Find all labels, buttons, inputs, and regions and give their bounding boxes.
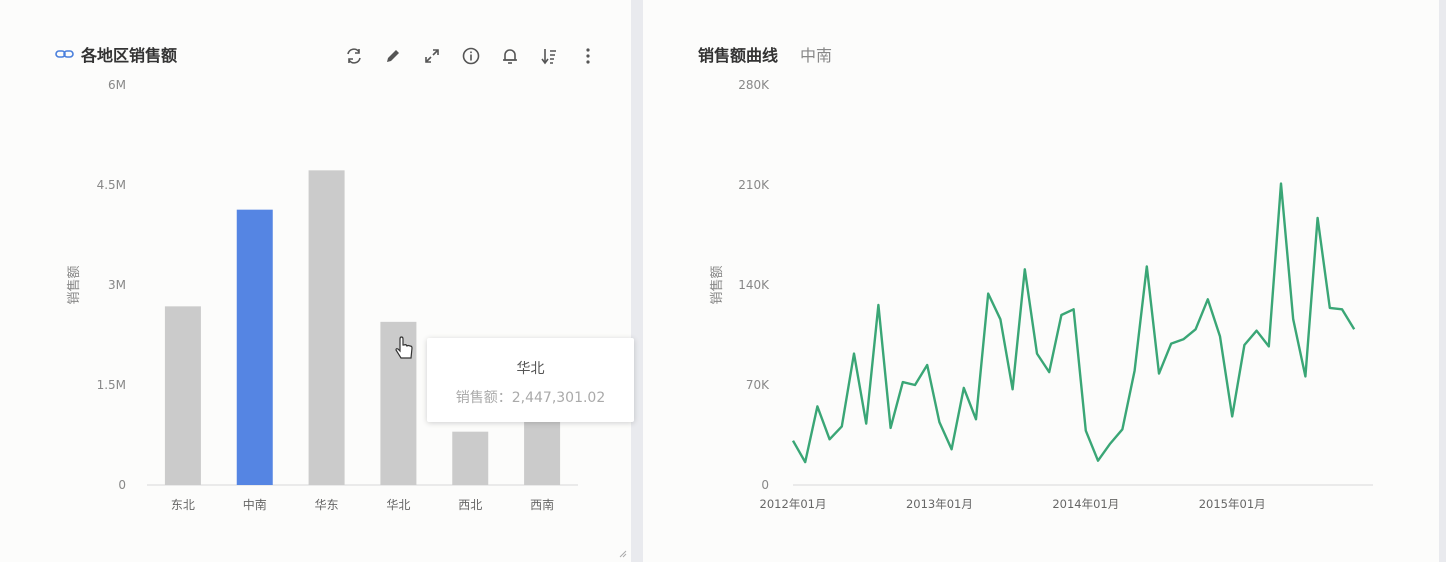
line-y-axis: 0 70K 140K 210K 280K (738, 78, 770, 492)
bar-x-tick-label: 西北 (458, 498, 482, 512)
line-y-tick-label: 0 (761, 478, 769, 492)
line-y-axis-title: 销售额 (709, 265, 725, 304)
bar-x-tick-label: 中南 (243, 497, 267, 512)
bar-x-tick-label: 西南 (530, 497, 554, 512)
line-series (791, 182, 1356, 464)
tooltip-value: 销售额：2,447,301.02 (455, 390, 606, 406)
bar-y-axis: 0 1.5M 3M 4.5M 6M (97, 78, 126, 492)
right-panel: 销售额曲线 中南 销售额 0 70K 140K 210K 280K 2012年01月 20… (643, 0, 1439, 562)
line-y-tick-label: 70K (746, 378, 770, 392)
bar-5[interactable] (524, 415, 561, 485)
bar-1[interactable] (236, 209, 273, 485)
bar-2[interactable] (308, 170, 345, 486)
bar-y-tick-label: 0 (118, 478, 126, 492)
bar-0[interactable] (164, 306, 201, 485)
line-x-tick-label: 2012年01月 (760, 497, 827, 511)
tooltip-category: 华北 (516, 361, 545, 377)
line-chart: 销售额 070K140K210K280K 2012年01月 2013年01月 201… (709, 78, 1373, 511)
bar-x-axis: 东北 中南 华东 华北 西北 西南 (171, 497, 554, 512)
bar-4[interactable] (452, 431, 489, 485)
line-y-tick-label: 140K (738, 278, 770, 292)
line-x-tick-label: 2015年01月 (1199, 497, 1266, 511)
bar-y-tick-label: 6M (108, 78, 126, 92)
bar-y-tick-label: 3M (108, 278, 126, 292)
bar-x-tick-label: 华东 (315, 498, 339, 512)
bar-x-tick-label: 华北 (386, 498, 410, 512)
resize-handle-icon[interactable] (619, 550, 627, 558)
bar-y-tick-label: 1.5M (97, 378, 126, 392)
bar-x-tick-label: 东北 (171, 498, 195, 512)
bar-chart: 销售额 01.5M3M4.5M6M 东北 中南 华东 华北 西北 西南 (66, 78, 578, 512)
left-panel: 各地区销售额 销售额 0 1.5M 3M 4.5M 6M 东北 中南 华东 华北 西北 西南 (0, 0, 634, 562)
line-x-tick-label: 2013年01月 (906, 497, 973, 511)
line-x-axis: 2012年01月 2013年01月 2014年01月 2015年01月 (760, 497, 1266, 511)
line-y-tick-label: 210K (738, 178, 770, 192)
line-y-tick-label: 280K (738, 78, 770, 92)
bar-y-axis-title: 销售额 (66, 265, 82, 304)
line-x-tick-label: 2014年01月 (1052, 497, 1119, 511)
bar-marks (164, 170, 561, 486)
bar-tooltip: 华北 销售额：2,447,301.02 (427, 338, 634, 422)
bar-y-tick-label: 4.5M (97, 178, 126, 192)
